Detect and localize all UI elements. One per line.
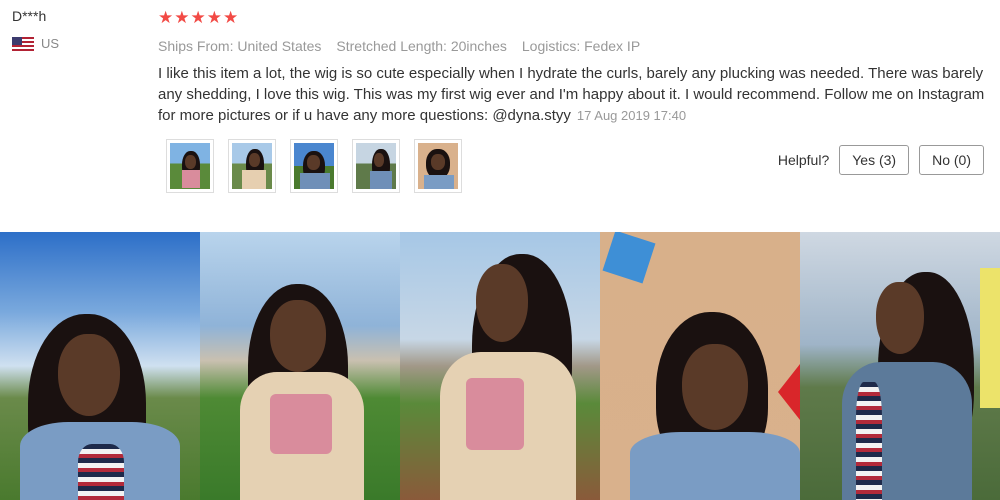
- reviewer-name: D***h: [12, 8, 47, 24]
- helpful-no-button[interactable]: No (0): [919, 145, 984, 175]
- helpful-section: Helpful? Yes (3) No (0): [778, 145, 984, 175]
- face: [58, 334, 120, 416]
- review-thumbnail[interactable]: [352, 139, 400, 193]
- review-photo-gallery: [0, 232, 1000, 500]
- helpful-label: Helpful?: [777, 152, 830, 168]
- logistics: Logistics: Fedex IP: [521, 38, 641, 54]
- denim-jacket: [630, 432, 800, 500]
- house-wall: [980, 268, 1000, 408]
- pink-top: [270, 394, 332, 454]
- us-flag-icon: [12, 36, 34, 51]
- face: [682, 344, 748, 430]
- ships-from: Ships From: United States: [158, 38, 322, 54]
- review-content: ★★★★★ Ships From: United States Stretche…: [158, 8, 993, 126]
- stretched-length: Stretched Length: 20inches: [336, 38, 507, 54]
- review-meta: Ships From: United States Stretched Leng…: [158, 38, 993, 54]
- reviewer-info: D***h US: [12, 8, 59, 51]
- review-date: 17 Aug 2019 17:40: [576, 108, 687, 123]
- star-rating: ★★★★★: [158, 8, 240, 27]
- review-photo[interactable]: [600, 232, 800, 500]
- reviewer-country: US: [12, 36, 59, 51]
- red-arrow: [778, 364, 800, 420]
- review-photo[interactable]: [800, 232, 1000, 500]
- review-photo[interactable]: [400, 232, 600, 500]
- review-text: I like this item a lot, the wig is so cu…: [158, 63, 993, 126]
- review-body: I like this item a lot, the wig is so cu…: [158, 65, 985, 124]
- striped-top: [78, 444, 124, 500]
- face: [476, 264, 528, 342]
- face: [876, 282, 924, 354]
- helpful-yes-button[interactable]: Yes (3): [839, 145, 910, 175]
- review-photo[interactable]: [200, 232, 400, 500]
- review-thumbnails: [166, 139, 462, 193]
- face: [270, 300, 326, 372]
- striped-top: [856, 382, 882, 500]
- country-code: US: [41, 36, 60, 51]
- review-thumbnail[interactable]: [290, 139, 338, 193]
- pink-top: [466, 378, 524, 450]
- review-thumbnail[interactable]: [166, 139, 214, 193]
- review-thumbnail[interactable]: [414, 139, 462, 193]
- review-thumbnail[interactable]: [228, 139, 276, 193]
- review-photo[interactable]: [0, 232, 200, 500]
- blue-sign: [602, 232, 656, 284]
